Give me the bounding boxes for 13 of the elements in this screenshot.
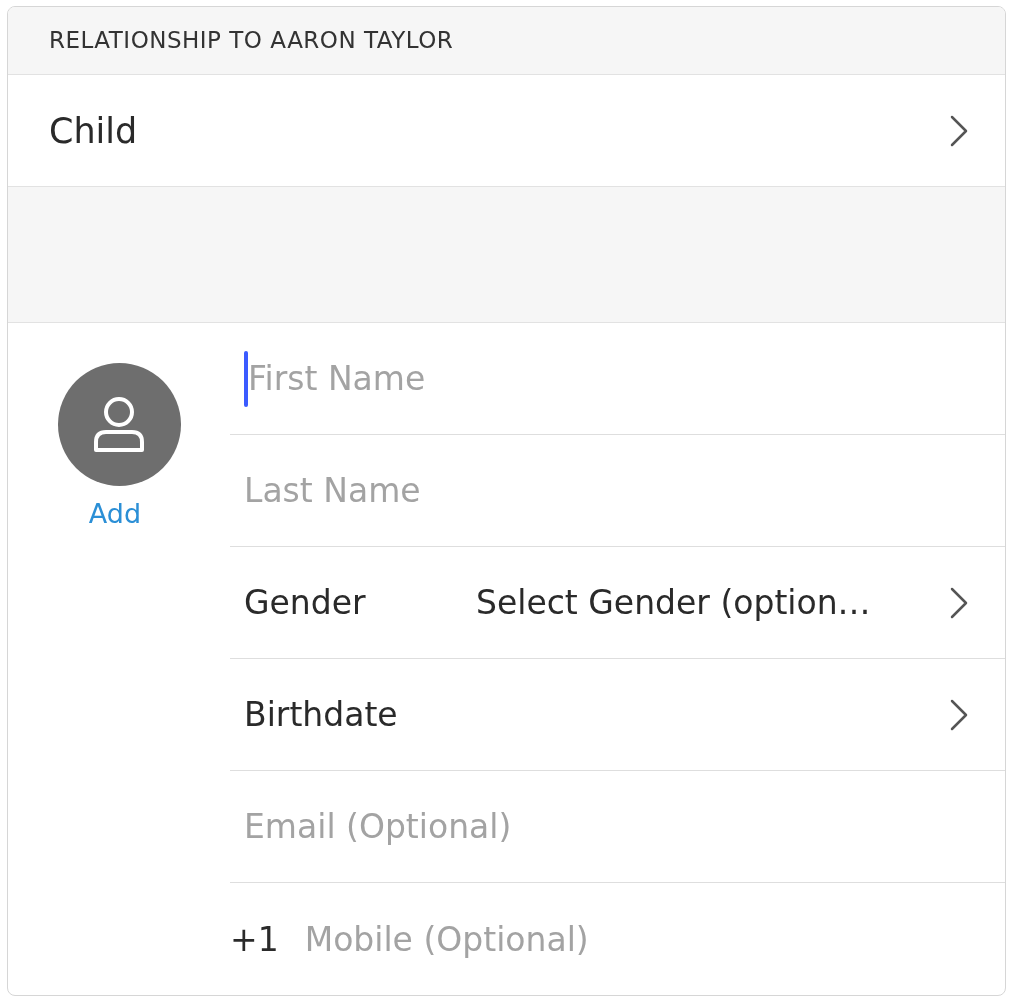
- country-code: +1: [230, 919, 279, 959]
- input-field[interactable]: Mobile (Optional): [304, 909, 969, 969]
- chevron-icon: [949, 113, 969, 148]
- chevron-icon: [949, 697, 969, 732]
- chevron-icon: [949, 585, 969, 620]
- person-icon: [91, 394, 147, 455]
- input-field[interactable]: Last Name: [244, 460, 969, 521]
- input-field[interactable]: First Name: [248, 348, 969, 409]
- select-row[interactable]: Gender Select Gender (option…: [244, 547, 969, 658]
- section-title: RELATIONSHIP TO AARON TAYLOR: [49, 27, 454, 54]
- input-field[interactable]: Email (Optional): [244, 796, 969, 857]
- add-photo-link[interactable]: Add: [88, 498, 150, 529]
- select-row[interactable]: Birthdate: [244, 659, 969, 770]
